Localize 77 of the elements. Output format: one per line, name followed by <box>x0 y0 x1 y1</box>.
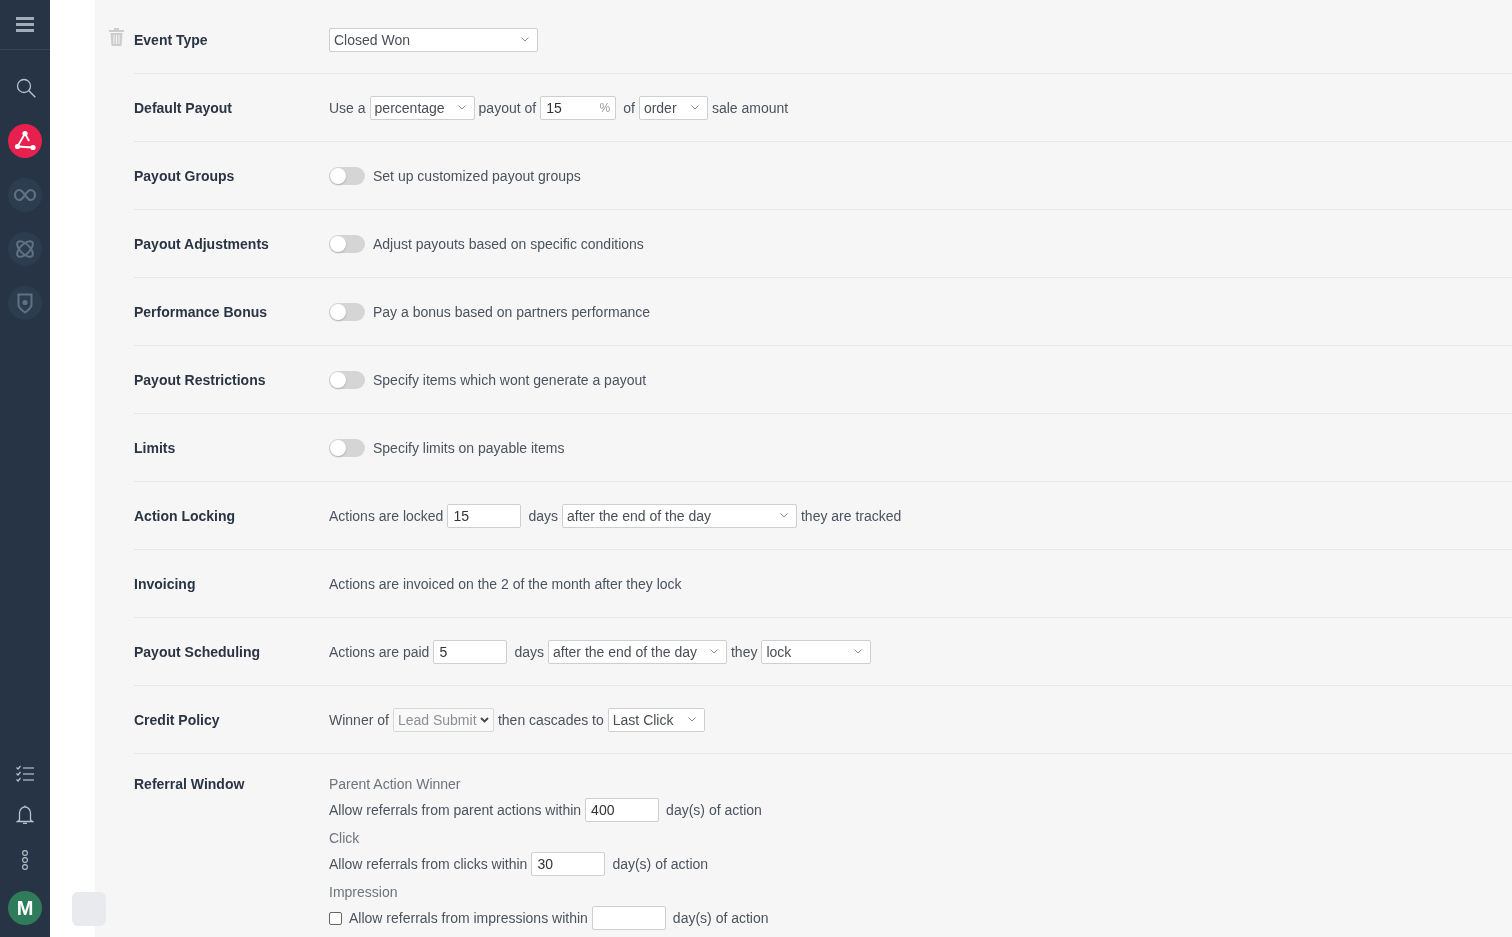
setting-text: Actions are invoiced on the 2 of the month after they lock <box>329 575 682 592</box>
network-icon[interactable] <box>8 124 42 158</box>
toggle-switch[interactable] <box>329 166 365 185</box>
setting-text: days <box>514 643 544 660</box>
setting-text: Pay a bonus based on partners performance <box>373 303 651 320</box>
setting-text: of <box>623 99 635 116</box>
setting-text: day(s) of action <box>672 910 769 926</box>
dropdown[interactable]: Last Click <box>607 707 705 732</box>
setting-text: Actions are locked <box>329 507 444 524</box>
setting-text: Adjust payouts based on specific conditions <box>373 235 644 252</box>
toggle-switch[interactable] <box>329 302 365 321</box>
setting-text: Set up customized payout groups <box>373 167 581 184</box>
dropdown[interactable]: order <box>638 95 708 120</box>
setting-label: Referral Window <box>134 776 245 792</box>
toggle-switch[interactable] <box>329 234 365 253</box>
toggle-switch[interactable] <box>329 438 365 457</box>
input-field[interactable]: 400 <box>585 798 660 822</box>
checklist-icon[interactable] <box>16 765 34 782</box>
input-field[interactable] <box>591 906 666 930</box>
setting-text: they <box>731 643 758 660</box>
setting-text: payout of <box>478 99 537 116</box>
chevron-down-icon <box>457 105 466 110</box>
setting-text: day(s) of action <box>666 802 762 818</box>
dropdown[interactable]: after the end of the day <box>548 639 727 664</box>
section-subtitle: Parent Action Winner <box>329 776 461 792</box>
chevron-down-icon <box>780 513 788 518</box>
trash-icon[interactable] <box>109 28 124 46</box>
setting-label: Action Locking <box>134 507 236 524</box>
setting-label: Default Payout <box>134 99 232 116</box>
setting-text: sale amount <box>711 99 789 116</box>
more-icon[interactable] <box>21 850 29 870</box>
chevron-down-icon <box>479 716 489 723</box>
toggle-switch[interactable] <box>329 370 365 389</box>
infinity-icon[interactable] <box>8 178 42 212</box>
setting-label: Payout Groups <box>134 167 235 184</box>
setting-text: Allow referrals from impressions within <box>349 910 588 926</box>
dropdown[interactable]: Closed Won <box>329 27 538 52</box>
chevron-down-icon <box>521 37 529 42</box>
setting-text: Specify limits on payable items <box>373 439 565 456</box>
search-icon[interactable] <box>16 78 36 98</box>
setting-label: Payout Adjustments <box>134 235 269 252</box>
setting-text: Winner of <box>329 711 389 728</box>
setting-text: Allow referrals from clicks within <box>329 856 528 872</box>
setting-label: Credit Policy <box>134 711 220 728</box>
chevron-down-icon <box>687 717 696 722</box>
setting-text: Allow referrals from parent actions within <box>329 802 582 818</box>
bell-icon[interactable] <box>16 804 34 825</box>
menu-icon[interactable] <box>16 17 34 32</box>
section-subtitle: Impression <box>329 884 398 900</box>
setting-text: day(s) of action <box>612 856 709 872</box>
atom-icon[interactable] <box>8 232 42 266</box>
chevron-down-icon <box>710 649 718 654</box>
shield-icon[interactable] <box>8 286 42 320</box>
setting-text: days <box>528 507 558 524</box>
setting-label: Invoicing <box>134 575 196 592</box>
setting-label: Performance Bonus <box>134 303 268 320</box>
chevron-down-icon <box>690 105 699 110</box>
setting-label: Event Type <box>134 31 208 48</box>
dropdown[interactable]: after the end of the day <box>562 503 797 528</box>
input-field[interactable]: 30 <box>531 852 606 876</box>
checkbox[interactable] <box>329 911 342 925</box>
avatar[interactable]: M <box>8 891 42 925</box>
dropdown[interactable]: percentage <box>369 95 475 120</box>
setting-label: Payout Restrictions <box>134 371 266 388</box>
setting-text: Specify items which wont generate a payout <box>373 371 647 388</box>
input-field[interactable]: 15 % <box>540 95 617 120</box>
setting-text: they are tracked <box>801 507 902 524</box>
section-subtitle: Click <box>329 830 360 846</box>
input-field[interactable]: 5 <box>433 639 508 664</box>
setting-text: Use a <box>329 99 366 116</box>
dropdown[interactable]: lock <box>761 639 872 664</box>
setting-text: Actions are paid <box>329 643 430 660</box>
chevron-down-icon <box>854 649 863 654</box>
input-field[interactable]: 15 <box>447 503 522 528</box>
setting-label: Limits <box>134 439 176 456</box>
setting-label: Payout Scheduling <box>134 643 260 660</box>
setting-text: then cascades to <box>497 711 604 728</box>
